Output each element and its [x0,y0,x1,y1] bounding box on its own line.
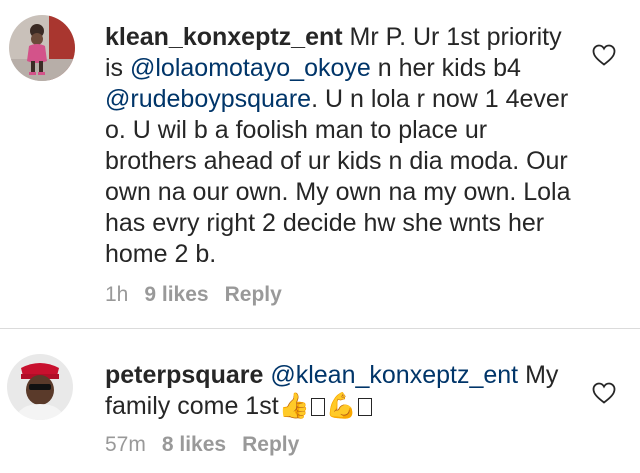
comment-timestamp: 57m [105,433,146,456]
reply-button[interactable]: Reply [225,283,282,306]
flexed-biceps-emoji-icon: 💪 [325,392,357,420]
comment-username[interactable]: klean_konxeptz_ent [105,23,343,51]
commenter-avatar[interactable] [9,15,75,81]
comment-item: peterpsquare @klean_konxeptz_ent My fami… [0,330,640,473]
missing-glyph-icon [357,398,372,416]
comment-meta: 57m 8 likes Reply [105,432,315,458]
comment-mention[interactable]: @rudeboypsquare [105,85,311,113]
commenter-avatar[interactable] [7,354,73,420]
girl-avatar-icon [9,15,75,81]
comment-username[interactable]: peterpsquare [105,361,263,389]
comment-body: klean_konxeptz_ent Mr P. Ur 1st priority… [105,22,575,270]
heart-outline-icon[interactable] [592,382,616,404]
comment-likes-count[interactable]: 9 likes [144,283,208,306]
comment-divider [0,328,640,329]
comment-mention[interactable]: @lolaomotayo_okoye [130,54,371,82]
comment-likes-count[interactable]: 8 likes [162,433,226,456]
missing-glyph-icon [310,398,325,416]
thumbs-up-emoji-icon: 👍 [278,392,310,420]
comment-meta: 1h 9 likes Reply [105,282,298,308]
comment-item: klean_konxeptz_ent Mr P. Ur 1st priority… [0,0,640,328]
heart-outline-icon[interactable] [592,44,616,66]
comment-body: peterpsquare @klean_konxeptz_ent My fami… [105,360,575,422]
comment-mention[interactable]: @klean_konxeptz_ent [270,361,518,389]
comment-text: n her kids b4 [370,54,521,82]
man-avatar-icon [7,354,73,420]
comment-timestamp: 1h [105,283,129,306]
reply-button[interactable]: Reply [242,433,299,456]
